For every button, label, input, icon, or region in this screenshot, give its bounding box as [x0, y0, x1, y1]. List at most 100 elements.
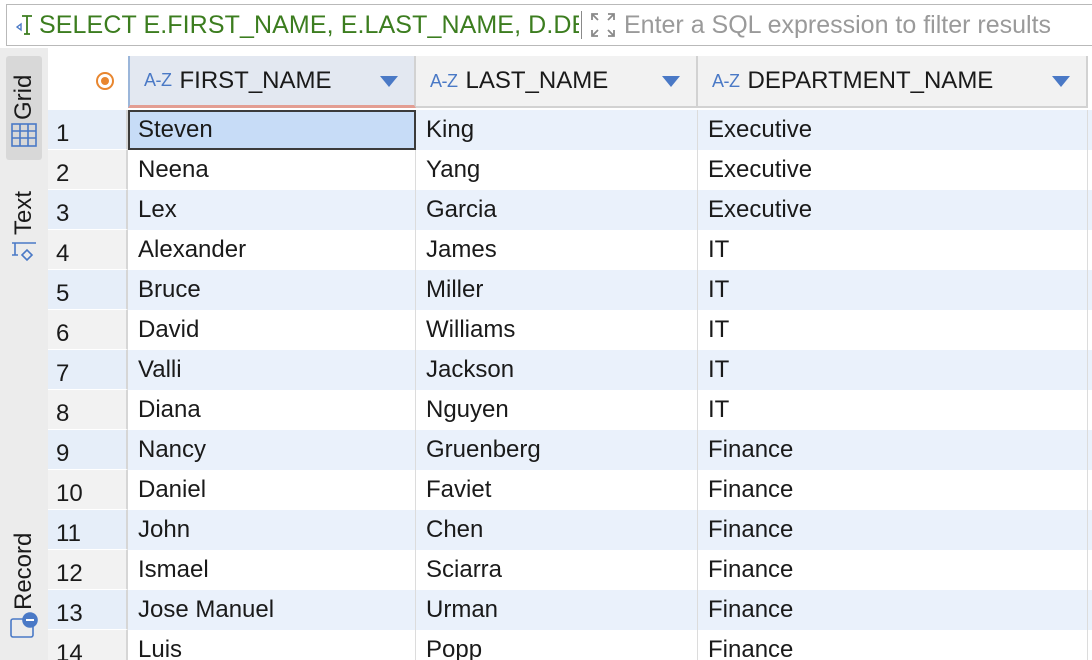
table-row[interactable]: 14 Luis Popp Finance — [48, 630, 1092, 660]
row-number[interactable]: 10 — [48, 470, 128, 510]
cell-first-name[interactable]: Daniel — [128, 470, 416, 510]
column-header-first-name[interactable]: A-Z FIRST_NAME — [128, 56, 416, 108]
record-view-icon — [8, 610, 40, 647]
cell-department-name[interactable]: Finance — [698, 590, 1088, 630]
chevron-down-icon[interactable] — [662, 76, 680, 87]
row-number[interactable]: 9 — [48, 430, 128, 470]
grid-table-icon — [9, 120, 39, 155]
view-switcher-panel: Grid Text Record — [0, 48, 48, 660]
cell-department-name[interactable]: IT — [698, 350, 1088, 390]
column-title: DEPARTMENT_NAME — [747, 67, 994, 94]
chevron-down-icon[interactable] — [380, 76, 398, 87]
cell-last-name[interactable]: King — [416, 110, 698, 150]
row-number[interactable]: 11 — [48, 510, 128, 550]
cell-last-name[interactable]: Yang — [416, 150, 698, 190]
table-row[interactable]: 12 Ismael Sciarra Finance — [48, 550, 1092, 590]
cell-last-name[interactable]: Faviet — [416, 470, 698, 510]
row-number[interactable]: 7 — [48, 350, 128, 390]
record-view-button[interactable]: Record — [6, 510, 42, 656]
cell-first-name[interactable]: Diana — [128, 390, 416, 430]
sql-text-icon[interactable] — [7, 5, 39, 45]
cell-last-name[interactable]: Williams — [416, 310, 698, 350]
row-number[interactable]: 13 — [48, 590, 128, 630]
cell-first-name[interactable]: Steven — [128, 110, 416, 150]
record-view-label: Record — [10, 532, 37, 610]
cell-last-name[interactable]: Popp — [416, 630, 698, 660]
cell-department-name[interactable]: IT — [698, 270, 1088, 310]
table-row[interactable]: 4 Alexander James IT — [48, 230, 1092, 270]
string-type-icon: A-Z — [144, 70, 172, 90]
cell-department-name[interactable]: Executive — [698, 150, 1088, 190]
column-header-last-name[interactable]: A-Z LAST_NAME — [416, 56, 698, 108]
string-type-icon: A-Z — [712, 70, 740, 91]
grid-header: A-Z FIRST_NAME A-Z LAST_NAME A-Z DEPARTM… — [48, 48, 1092, 110]
cell-first-name[interactable]: Luis — [128, 630, 416, 660]
cell-last-name[interactable]: Nguyen — [416, 390, 698, 430]
cell-last-name[interactable]: Garcia — [416, 190, 698, 230]
row-number[interactable]: 12 — [48, 550, 128, 590]
row-number[interactable]: 6 — [48, 310, 128, 350]
cell-first-name[interactable]: Nancy — [128, 430, 416, 470]
cell-department-name[interactable]: IT — [698, 230, 1088, 270]
string-type-icon: A-Z — [430, 70, 458, 91]
cell-last-name[interactable]: Miller — [416, 270, 698, 310]
row-number[interactable]: 8 — [48, 390, 128, 430]
cell-last-name[interactable]: Jackson — [416, 350, 698, 390]
table-row[interactable]: 13 Jose Manuel Urman Finance — [48, 590, 1092, 630]
row-number[interactable]: 4 — [48, 230, 128, 270]
cell-first-name[interactable]: David — [128, 310, 416, 350]
cell-first-name[interactable]: Lex — [128, 190, 416, 230]
cell-department-name[interactable]: Finance — [698, 510, 1088, 550]
cell-last-name[interactable]: Gruenberg — [416, 430, 698, 470]
row-number[interactable]: 2 — [48, 150, 128, 190]
table-row[interactable]: 10 Daniel Faviet Finance — [48, 470, 1092, 510]
table-row[interactable]: 7 Valli Jackson IT — [48, 350, 1092, 390]
table-row[interactable]: 8 Diana Nguyen IT — [48, 390, 1092, 430]
cell-last-name[interactable]: Chen — [416, 510, 698, 550]
row-number[interactable]: 1 — [48, 110, 128, 150]
cell-first-name[interactable]: Neena — [128, 150, 416, 190]
column-header-department-name[interactable]: A-Z DEPARTMENT_NAME — [698, 56, 1088, 108]
column-title: LAST_NAME — [465, 67, 609, 94]
table-row[interactable]: 9 Nancy Gruenberg Finance — [48, 430, 1092, 470]
grid-view-label: Grid — [10, 74, 37, 120]
cell-department-name[interactable]: Executive — [698, 110, 1088, 150]
grid-view-button[interactable]: Grid — [6, 56, 42, 160]
table-row[interactable]: 11 John Chen Finance — [48, 510, 1092, 550]
cell-last-name[interactable]: Sciarra — [416, 550, 698, 590]
cell-department-name[interactable]: Executive — [698, 190, 1088, 230]
filter-input[interactable] — [622, 5, 1092, 45]
cell-first-name[interactable]: Valli — [128, 350, 416, 390]
cell-department-name[interactable]: IT — [698, 310, 1088, 350]
cell-department-name[interactable]: Finance — [698, 550, 1088, 590]
row-number[interactable]: 5 — [48, 270, 128, 310]
table-row[interactable]: 5 Bruce Miller IT — [48, 270, 1092, 310]
table-row[interactable]: 3 Lex Garcia Executive — [48, 190, 1092, 230]
chevron-down-icon[interactable] — [1052, 76, 1070, 87]
row-number[interactable]: 14 — [48, 630, 128, 660]
row-number[interactable]: 3 — [48, 190, 128, 230]
cell-department-name[interactable]: Finance — [698, 430, 1088, 470]
sql-query-text[interactable]: SELECT E.FIRST_NAME, E.LAST_NAME, D.DEPA… — [39, 5, 579, 45]
text-view-button[interactable]: Text — [6, 180, 42, 270]
column-title: FIRST_NAME — [179, 66, 332, 94]
cell-first-name[interactable]: Jose Manuel — [128, 590, 416, 630]
cell-department-name[interactable]: IT — [698, 390, 1088, 430]
cell-department-name[interactable]: Finance — [698, 630, 1088, 660]
table-row[interactable]: 2 Neena Yang Executive — [48, 150, 1092, 190]
table-row[interactable]: 1 Steven King Executive — [48, 110, 1092, 150]
cell-first-name[interactable]: Bruce — [128, 270, 416, 310]
cell-first-name[interactable]: Ismael — [128, 550, 416, 590]
table-row[interactable]: 6 David Williams IT — [48, 310, 1092, 350]
text-view-icon — [9, 235, 39, 270]
expand-arrows-icon[interactable] — [582, 5, 622, 45]
cell-first-name[interactable]: Alexander — [128, 230, 416, 270]
cell-first-name[interactable]: John — [128, 510, 416, 550]
record-indicator-icon — [96, 72, 114, 90]
text-view-label: Text — [10, 190, 37, 235]
cell-department-name[interactable]: Finance — [698, 470, 1088, 510]
cell-last-name[interactable]: James — [416, 230, 698, 270]
filter-bar: SELECT E.FIRST_NAME, E.LAST_NAME, D.DEPA… — [6, 4, 1092, 46]
row-indicator-corner[interactable] — [48, 48, 128, 110]
cell-last-name[interactable]: Urman — [416, 590, 698, 630]
